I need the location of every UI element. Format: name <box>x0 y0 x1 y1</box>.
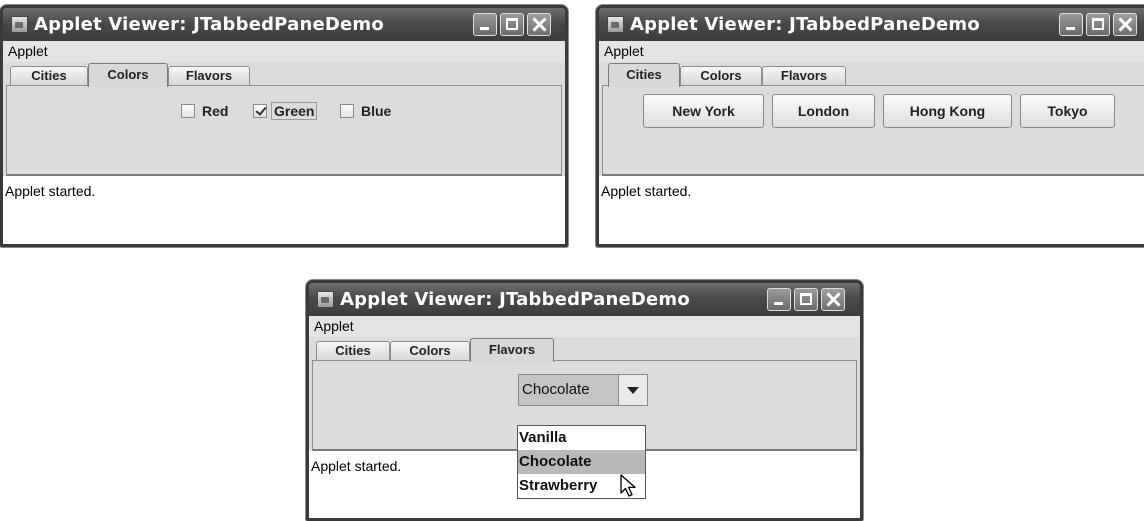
maximize-icon[interactable] <box>500 13 524 36</box>
tab-colors[interactable]: Colors <box>390 341 470 361</box>
menu-applet[interactable]: Applet <box>8 43 48 59</box>
status-text: Applet started. <box>601 183 692 199</box>
minimize-icon[interactable] <box>1059 13 1083 36</box>
status-bar: Applet started. <box>599 176 1144 244</box>
applet-window-cities: Applet Viewer: JTabbedPaneDemo Applet Ci… <box>596 5 1144 247</box>
tab-strip: Cities Colors Flavors <box>3 62 565 87</box>
dropdown-arrow-icon[interactable] <box>618 375 647 405</box>
window-title: Applet Viewer: JTabbedPaneDemo <box>340 289 690 310</box>
menu-applet[interactable]: Applet <box>314 318 354 334</box>
button-london[interactable]: London <box>772 94 875 128</box>
tab-strip: Cities Colors Flavors <box>599 62 1144 87</box>
status-text: Applet started. <box>5 183 96 199</box>
applet-icon <box>11 16 28 33</box>
button-tokyo[interactable]: Tokyo <box>1020 94 1115 128</box>
maximize-icon[interactable] <box>1086 13 1110 36</box>
tab-strip: Cities Colors Flavors <box>309 337 860 362</box>
checkbox-box[interactable] <box>181 104 195 118</box>
menu-bar: Applet <box>309 316 860 337</box>
status-text: Applet started. <box>311 458 402 474</box>
minimize-icon[interactable] <box>767 288 791 311</box>
maximize-icon[interactable] <box>794 288 818 311</box>
flavor-combo-box[interactable]: Chocolate <box>518 374 648 406</box>
checkbox-box[interactable] <box>340 104 354 118</box>
checkbox-label: Blue <box>361 103 392 119</box>
menu-bar: Applet <box>3 41 565 62</box>
checkmark-icon[interactable] <box>253 104 267 118</box>
option-vanilla[interactable]: Vanilla <box>518 426 645 450</box>
close-icon[interactable] <box>1113 13 1137 36</box>
title-bar[interactable]: Applet Viewer: JTabbedPaneDemo <box>599 8 1144 41</box>
checkbox-label: Green <box>270 102 318 120</box>
button-hong-kong[interactable]: Hong Kong <box>883 94 1012 128</box>
menu-bar: Applet <box>599 41 1144 62</box>
title-bar[interactable]: Applet Viewer: JTabbedPaneDemo <box>3 8 565 41</box>
combo-selected-value: Chocolate <box>522 381 590 398</box>
title-bar[interactable]: Applet Viewer: JTabbedPaneDemo <box>309 283 860 316</box>
tab-flavors[interactable]: Flavors <box>470 338 554 362</box>
tab-flavors[interactable]: Flavors <box>168 66 250 86</box>
menu-applet[interactable]: Applet <box>604 43 644 59</box>
tab-colors[interactable]: Colors <box>680 66 762 86</box>
applet-icon <box>317 291 334 308</box>
option-chocolate[interactable]: Chocolate <box>518 450 645 474</box>
tab-flavors[interactable]: Flavors <box>762 66 846 86</box>
close-icon[interactable] <box>527 13 551 36</box>
mouse-cursor-icon <box>620 474 636 497</box>
applet-window-colors: Applet Viewer: JTabbedPaneDemo Applet Ci… <box>0 5 568 247</box>
applet-icon <box>607 16 624 33</box>
button-new-york[interactable]: New York <box>643 94 764 128</box>
tab-cities[interactable]: Cities <box>316 341 390 361</box>
tab-content-colors: Red Green Blue <box>6 85 562 176</box>
window-title: Applet Viewer: JTabbedPaneDemo <box>34 14 384 35</box>
tab-cities[interactable]: Cities <box>10 66 88 86</box>
tab-content-cities: New York London Hong Kong Tokyo <box>602 85 1144 176</box>
minimize-icon[interactable] <box>473 13 497 36</box>
tab-cities[interactable]: Cities <box>608 63 680 87</box>
status-bar: Applet started. <box>3 176 565 244</box>
window-title: Applet Viewer: JTabbedPaneDemo <box>630 14 980 35</box>
tab-colors[interactable]: Colors <box>88 63 168 87</box>
checkbox-label: Red <box>202 103 229 119</box>
close-icon[interactable] <box>821 288 845 311</box>
